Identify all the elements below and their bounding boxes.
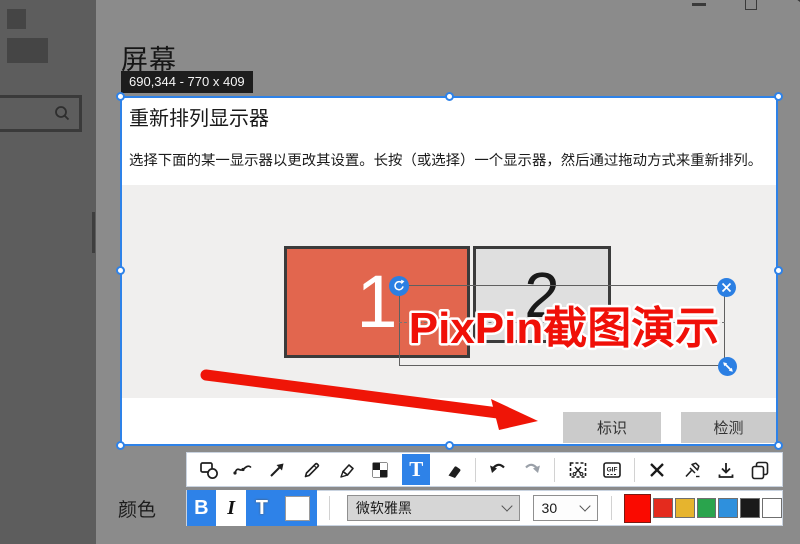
section-description: 选择下面的某一显示器以更改其设置。长按（或选择）一个显示器，然后通过拖动方式来重… xyxy=(129,149,762,170)
save-button[interactable] xyxy=(714,456,738,484)
format-separator xyxy=(329,496,330,520)
text-tool-label: T xyxy=(409,457,423,482)
outline-color-swatch[interactable] xyxy=(285,496,310,521)
selection-handle-s[interactable] xyxy=(445,441,454,450)
palette-swatch-black[interactable] xyxy=(740,498,760,518)
minimize-button[interactable] xyxy=(692,3,706,6)
text-stroke-button[interactable]: T xyxy=(246,490,277,526)
diagonal-resize-icon xyxy=(722,361,734,373)
text-annotation[interactable]: PixPin截图演示 xyxy=(392,280,732,372)
gif-icon-label: GIF xyxy=(606,466,617,473)
selection-handle-se[interactable] xyxy=(774,441,783,450)
close-x-icon xyxy=(646,459,668,481)
font-size-value: 30 xyxy=(542,500,558,516)
close-icon xyxy=(721,282,732,293)
capture-size-badge: 690,344 - 770 x 409 xyxy=(121,71,253,93)
chevron-down-icon xyxy=(501,500,512,511)
italic-button[interactable]: I xyxy=(216,490,247,526)
settings-sidebar-dimmed xyxy=(0,0,96,544)
selection-handle-nw[interactable] xyxy=(116,92,125,101)
arrow-tool-button[interactable] xyxy=(265,456,289,484)
home-icon xyxy=(7,38,48,63)
mosaic-icon xyxy=(369,459,391,481)
redo-button[interactable] xyxy=(520,456,544,484)
color-label: 颜色 xyxy=(118,495,156,522)
settings-search-input[interactable] xyxy=(0,95,82,132)
text-annotation-content: PixPin截图演示 xyxy=(409,304,720,353)
shapes-tool-button[interactable] xyxy=(197,456,221,484)
gif-icon: GIF xyxy=(601,459,623,481)
selection-handle-w[interactable] xyxy=(116,266,125,275)
copy-button[interactable] xyxy=(748,456,772,484)
palette-swatch-blue[interactable] xyxy=(718,498,738,518)
font-size-select[interactable]: 30 xyxy=(533,495,599,521)
italic-button-label: I xyxy=(227,497,235,520)
copy-icon xyxy=(749,459,771,481)
pin-icon xyxy=(681,459,703,481)
undo-button[interactable] xyxy=(486,456,510,484)
toolbar-separator xyxy=(634,458,635,482)
rotate-handle[interactable] xyxy=(389,276,409,296)
maximize-button[interactable] xyxy=(745,0,757,10)
arrow-annotation[interactable] xyxy=(190,360,560,440)
palette-swatch-green[interactable] xyxy=(697,498,717,518)
selection-handle-e[interactable] xyxy=(774,266,783,275)
bold-button[interactable]: B xyxy=(187,490,216,526)
toolbar-separator xyxy=(475,458,476,482)
highlighter-icon xyxy=(335,459,357,481)
palette-swatch-red[interactable] xyxy=(653,498,673,518)
trim-capture-button[interactable] xyxy=(566,456,590,484)
font-family-select[interactable]: 微软雅黑 xyxy=(347,495,520,521)
format-separator xyxy=(611,496,612,520)
trim-scissors-icon xyxy=(567,459,589,481)
highlighter-tool-button[interactable] xyxy=(334,456,358,484)
resize-annotation-handle[interactable] xyxy=(718,357,737,376)
annotation-toolbar: T xyxy=(186,452,783,487)
pixpin-capture-screen: 屏幕 690,344 - 770 x 409 重新排列显示器 选择下面的某一显示… xyxy=(0,0,800,544)
polyline-tool-button[interactable] xyxy=(231,456,255,484)
font-family-value: 微软雅黑 xyxy=(356,498,412,518)
palette-swatch-yellow[interactable] xyxy=(675,498,695,518)
cancel-capture-button[interactable] xyxy=(645,456,669,484)
delete-annotation-handle[interactable] xyxy=(717,278,736,297)
gif-record-button[interactable]: GIF xyxy=(600,456,624,484)
back-icon xyxy=(7,9,26,29)
pin-to-screen-button[interactable] xyxy=(680,456,704,484)
close-button[interactable] xyxy=(794,0,800,4)
section-heading: 重新排列显示器 xyxy=(129,102,269,131)
palette-swatch-white[interactable] xyxy=(762,498,782,518)
eraser-icon xyxy=(442,459,464,481)
text-stroke-button-label: T xyxy=(256,497,268,520)
pencil-icon xyxy=(301,459,323,481)
text-format-bar: B I T 微软雅黑 30 xyxy=(186,490,783,526)
undo-icon xyxy=(487,459,509,481)
arrow-icon xyxy=(266,459,288,481)
identify-button-label: 标识 xyxy=(597,417,627,438)
current-color-swatch[interactable] xyxy=(624,494,651,523)
detect-button-label: 检测 xyxy=(713,417,743,438)
redo-icon xyxy=(521,459,543,481)
detect-button[interactable]: 检测 xyxy=(681,412,776,443)
polyline-icon xyxy=(232,459,254,481)
rotate-icon xyxy=(392,279,406,293)
eraser-tool-button[interactable] xyxy=(441,456,465,484)
scrollbar[interactable] xyxy=(92,212,95,253)
chevron-down-icon xyxy=(579,500,590,511)
text-tool-button[interactable]: T xyxy=(402,454,430,485)
selection-handle-sw[interactable] xyxy=(116,441,125,450)
pencil-tool-button[interactable] xyxy=(300,456,324,484)
identify-button[interactable]: 标识 xyxy=(563,412,661,443)
toolbar-separator xyxy=(554,458,555,482)
bold-button-label: B xyxy=(194,497,208,520)
download-icon xyxy=(715,459,737,481)
search-icon xyxy=(52,104,72,124)
selection-handle-ne[interactable] xyxy=(774,92,783,101)
shapes-icon xyxy=(198,459,220,481)
outline-color-cell[interactable] xyxy=(277,490,317,526)
selection-handle-n[interactable] xyxy=(445,92,454,101)
mosaic-tool-button[interactable] xyxy=(368,456,392,484)
